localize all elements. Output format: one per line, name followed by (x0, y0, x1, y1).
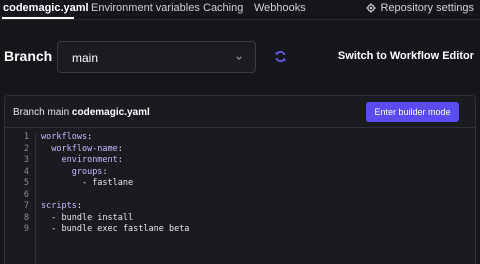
line-number: 4 (23, 166, 29, 177)
yaml-value: - bundle exec fastlane beta (51, 224, 190, 234)
tab-environment-variables[interactable]: Environment variables (91, 2, 200, 14)
refresh-icon[interactable] (274, 50, 287, 63)
line-number: 1 (23, 132, 29, 142)
tab-webhooks[interactable]: Webhooks (254, 2, 306, 14)
code-text: workflow-name: (41, 144, 123, 154)
panel-title: Branch main codemagic.yaml (13, 107, 150, 118)
repository-settings-label: Repository settings (380, 2, 474, 14)
gear-icon (366, 3, 377, 13)
yaml-value: : (117, 155, 123, 165)
active-tab-indicator (2, 17, 74, 19)
code-text: - bundle install (41, 213, 133, 223)
code-text: scripts: (41, 201, 82, 211)
code-text: - fastlane (41, 178, 133, 188)
panel-header: Branch main codemagic.yaml Enter builder… (5, 96, 475, 128)
line-number: 5 (23, 178, 29, 188)
yaml-value: - bundle install (51, 212, 134, 223)
repository-settings-link[interactable]: Repository settings (366, 2, 474, 14)
yaml-key: environment (61, 155, 118, 165)
yaml-value: : (117, 143, 123, 154)
line-number: 9 (23, 224, 29, 234)
chevron-down-icon (236, 56, 242, 61)
top-tab-bar: codemagic.yaml Environment variables Cac… (0, 0, 480, 20)
panel-title-prefix: Branch main (13, 107, 70, 118)
panel-title-file: codemagic.yaml (71, 107, 150, 118)
branch-select[interactable]: main (57, 41, 256, 73)
yaml-value: : (87, 132, 93, 142)
yaml-key: groups (71, 166, 103, 177)
gutter-divider (35, 132, 36, 264)
yaml-key: scripts (41, 201, 77, 211)
code-text: groups: (41, 167, 108, 177)
tab-caching[interactable]: Caching (203, 2, 243, 14)
line-number: 3 (23, 155, 29, 165)
yaml-value: : (102, 166, 108, 177)
branch-label: Branch (4, 48, 53, 64)
yaml-key: workflow-name (51, 143, 118, 154)
branch-select-value: main (72, 51, 99, 65)
line-number: 7 (23, 201, 29, 211)
yaml-value: : (76, 201, 82, 211)
code-text: environment: (41, 155, 123, 165)
switch-to-workflow-editor-link[interactable]: Switch to Workflow Editor (338, 50, 474, 62)
code-text: workflows: (41, 132, 92, 142)
line-number: 6 (23, 189, 29, 200)
yaml-editor-panel: Branch main codemagic.yaml Enter builder… (4, 95, 476, 264)
tab-codemagic-yaml[interactable]: codemagic.yaml (3, 2, 89, 14)
line-number: 8 (23, 212, 29, 223)
line-number: 2 (23, 143, 29, 154)
yaml-value: - fastlane (81, 178, 134, 188)
yaml-key: workflows (41, 132, 88, 142)
enter-builder-mode-button[interactable]: Enter builder mode (366, 102, 459, 122)
code-text: - bundle exec fastlane beta (41, 224, 189, 234)
